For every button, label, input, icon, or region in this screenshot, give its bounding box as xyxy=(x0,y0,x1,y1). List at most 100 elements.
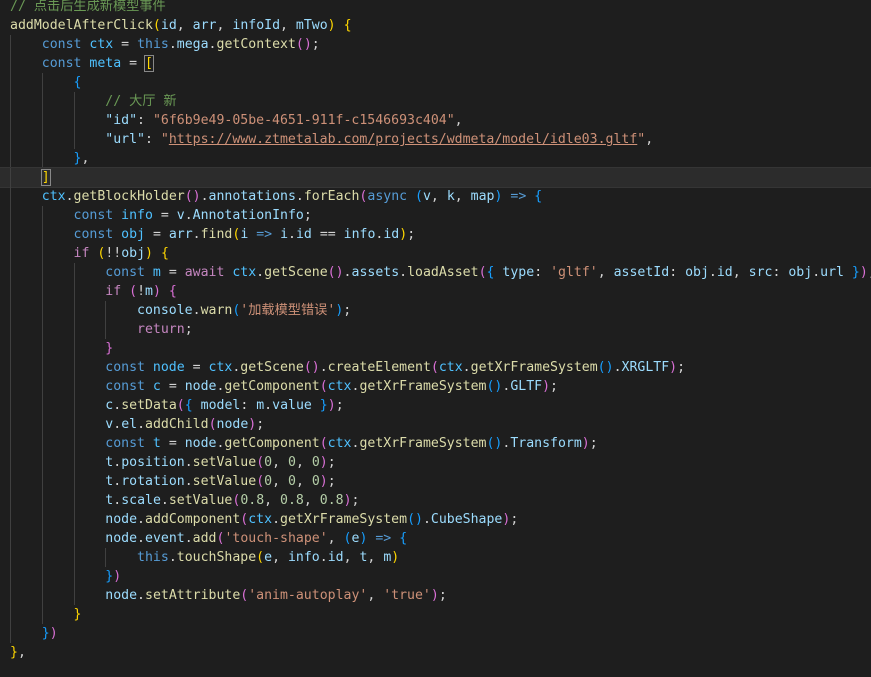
code-line[interactable]: v.el.addChild(node); xyxy=(0,415,871,434)
code-token: this xyxy=(137,550,169,565)
code-token: info xyxy=(121,208,153,223)
code-token: touchShape xyxy=(176,550,257,565)
code-line[interactable]: const obj = arr.find(i => i.id == info.i… xyxy=(0,225,871,244)
indent-guide xyxy=(73,339,75,358)
code-token: arr xyxy=(168,227,193,242)
code-token: "url" xyxy=(105,132,145,147)
code-line[interactable]: { xyxy=(0,73,871,92)
code-line[interactable]: return; xyxy=(0,320,871,339)
code-token: getComponent xyxy=(224,436,320,451)
code-token: obj xyxy=(121,227,145,242)
code-line[interactable]: console.warn('加载模型错误'); xyxy=(0,301,871,320)
indent-guide xyxy=(41,339,43,358)
indent-guide xyxy=(10,510,11,529)
code-line[interactable]: // 点击后生成新模型事件 xyxy=(0,0,871,16)
code-token: , xyxy=(272,474,288,489)
code-line[interactable]: }) xyxy=(0,567,871,586)
code-token: addModelAfterClick xyxy=(10,18,153,33)
code-line[interactable]: }, xyxy=(0,149,871,168)
indent-guide xyxy=(73,491,75,510)
indent-guide xyxy=(10,396,11,415)
indent-guide xyxy=(10,35,11,54)
indent-guide xyxy=(73,396,75,415)
indent-guide xyxy=(41,282,43,301)
code-line[interactable]: const ctx = this.mega.getContext(); xyxy=(0,35,871,54)
code-line[interactable]: const node = ctx.getScene().createElemen… xyxy=(0,358,871,377)
code-line[interactable]: t.rotation.setValue(0, 0, 0); xyxy=(0,472,871,491)
code-token: ) xyxy=(391,550,400,565)
code-token: ( xyxy=(256,474,265,489)
code-token: node xyxy=(216,417,249,432)
code-token: () xyxy=(486,436,503,451)
code-token: () xyxy=(486,379,503,394)
code-token: ) xyxy=(152,284,161,299)
indent-guide xyxy=(73,320,75,339)
code-token: ; xyxy=(303,208,312,223)
code-line[interactable]: "id": "6f6b9e49-05be-4651-911f-c1546693c… xyxy=(0,111,871,130)
code-line[interactable]: addModelAfterClick(id, arr, infoId, mTwo… xyxy=(0,16,871,35)
code-token: => xyxy=(256,227,273,242)
code-token: info xyxy=(343,227,376,242)
code-line[interactable]: node.setAttribute('anim-autoplay', 'true… xyxy=(0,586,871,605)
code-token: ctx xyxy=(41,189,66,204)
code-token: , xyxy=(17,645,26,660)
code-token: obj xyxy=(685,265,709,280)
indent-guide xyxy=(41,206,43,225)
code-token: addComponent xyxy=(145,512,241,527)
indent-guide xyxy=(10,111,11,130)
indent-guide xyxy=(41,263,43,282)
code-line[interactable]: ] xyxy=(0,167,871,188)
code-token: . xyxy=(192,303,201,318)
code-line[interactable]: }, xyxy=(0,643,871,662)
code-token: const xyxy=(105,265,153,280)
code-line[interactable]: ctx.getBlockHolder().annotations.forEach… xyxy=(0,187,871,206)
code-token: = xyxy=(121,56,145,71)
code-token: { xyxy=(168,284,177,299)
indent-guide xyxy=(10,472,11,491)
indent-guide xyxy=(105,548,107,567)
code-line[interactable]: if (!!obj) { xyxy=(0,244,871,263)
code-line[interactable]: t.position.setValue(0, 0, 0); xyxy=(0,453,871,472)
code-line[interactable]: node.addComponent(ctx.getXrFrameSystem()… xyxy=(0,510,871,529)
code-line[interactable]: t.scale.setValue(0.8, 0.8, 0.8); xyxy=(0,491,871,510)
code-token: { xyxy=(184,398,193,413)
code-line[interactable]: const m = await ctx.getScene().assets.lo… xyxy=(0,263,871,282)
code-line[interactable]: } xyxy=(0,339,871,358)
code-token: this xyxy=(137,37,169,52)
code-line[interactable]: this.touchShape(e, info.id, t, m) xyxy=(0,548,871,567)
code-line[interactable]: const t = node.getComponent(ctx.getXrFra… xyxy=(0,434,871,453)
code-line[interactable]: const c = node.getComponent(ctx.getXrFra… xyxy=(0,377,871,396)
code-line[interactable]: if (!m) { xyxy=(0,282,871,301)
code-line[interactable]: } xyxy=(0,605,871,624)
code-line[interactable]: // 大厅 新 xyxy=(0,92,871,111)
indent-guide xyxy=(41,225,43,244)
code-editor[interactable]: // 点击后生成新模型事件 addModelAfterClick(id, arr,… xyxy=(0,0,871,677)
code-token: { xyxy=(343,18,352,33)
code-token: t xyxy=(152,436,161,451)
code-line[interactable]: }) xyxy=(0,624,871,643)
code-token: return xyxy=(137,322,185,337)
code-token: rotation xyxy=(121,474,185,489)
code-token: await xyxy=(184,265,233,280)
code-token: mTwo xyxy=(295,18,328,33)
indent-guide xyxy=(73,548,75,567)
code-token: assets xyxy=(351,265,400,280)
code-token: meta xyxy=(89,56,122,71)
code-line[interactable]: node.event.add('touch-shape', (e) => { xyxy=(0,529,871,548)
code-token: ctx xyxy=(89,37,114,52)
indent-guide xyxy=(10,491,11,510)
code-line[interactable]: "url": "https://www.ztmetalab.com/projec… xyxy=(0,130,871,149)
code-token: } xyxy=(105,341,114,356)
code-token: , xyxy=(216,18,233,33)
code-token: find xyxy=(200,227,233,242)
code-line[interactable]: const info = v.AnnotationInfo; xyxy=(0,206,871,225)
code-token: : xyxy=(144,132,161,147)
code-line[interactable]: const meta = [ xyxy=(0,54,871,73)
code-line[interactable]: c.setData({ model: m.value }); xyxy=(0,396,871,415)
code-token: == xyxy=(311,227,344,242)
code-token: . xyxy=(113,474,122,489)
